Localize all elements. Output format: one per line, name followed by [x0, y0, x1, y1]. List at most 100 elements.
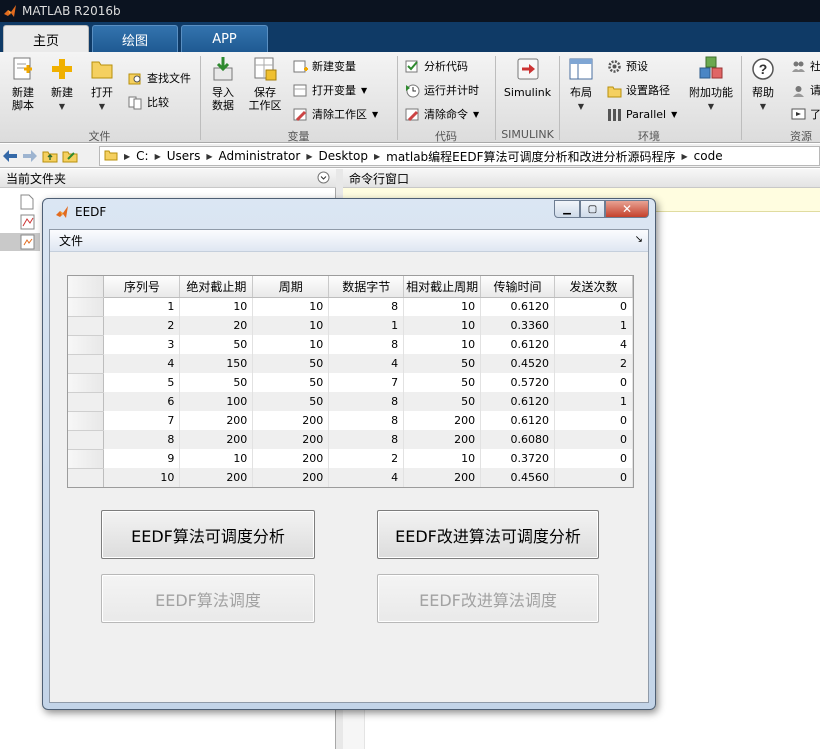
table-cell[interactable]: 200: [403, 430, 482, 449]
table-cell[interactable]: 200: [179, 411, 254, 430]
table-row[interactable]: 3 50 10 8 10 0.6120 4: [68, 335, 633, 355]
table-cell[interactable]: 8: [328, 430, 405, 449]
fig-file-icon[interactable]: [20, 214, 36, 233]
table-cell[interactable]: 200: [403, 411, 482, 430]
table-cell[interactable]: 2: [554, 354, 633, 373]
column-header[interactable]: 相对截止周期: [403, 276, 482, 298]
file-icon[interactable]: [20, 194, 34, 213]
table-cell[interactable]: 0.6120: [480, 392, 556, 411]
row-header[interactable]: [68, 335, 105, 355]
table-cell[interactable]: 200: [179, 468, 254, 487]
table-cell[interactable]: 8: [328, 411, 405, 430]
layout-button[interactable]: 布局 ▼: [566, 56, 596, 113]
table-cell[interactable]: 50: [252, 354, 330, 373]
table-cell[interactable]: 200: [403, 468, 482, 487]
run-and-time-button[interactable]: 运行并计时: [404, 80, 479, 100]
dialog-titlebar[interactable]: EEDF: [55, 205, 106, 219]
table-cell[interactable]: 7: [103, 411, 181, 430]
table-cell[interactable]: 1: [554, 392, 633, 411]
tab-plots[interactable]: 绘图: [92, 25, 178, 52]
task-table[interactable]: 序列号 绝对截止期 周期 数据字节 相对截止周期 传输时间 发送次数 1 10 10…: [67, 275, 634, 488]
table-cell[interactable]: 200: [252, 411, 330, 430]
clear-commands-button[interactable]: 清除命令 ▼: [404, 104, 479, 124]
save-workspace-button[interactable]: 保存 工作区: [247, 56, 283, 112]
row-header[interactable]: [68, 316, 105, 336]
table-cell[interactable]: 0: [554, 373, 633, 392]
table-cell[interactable]: 10: [252, 335, 330, 354]
up-folder-icon[interactable]: [40, 146, 60, 166]
menu-file[interactable]: 文件: [59, 232, 83, 249]
list-item-selected[interactable]: [0, 233, 40, 251]
parallel-button[interactable]: Parallel ▼: [606, 104, 677, 124]
tab-home[interactable]: 主页: [3, 25, 89, 52]
table-cell[interactable]: 0: [554, 468, 633, 487]
preferences-button[interactable]: 预设: [606, 56, 648, 76]
table-cell[interactable]: 10: [179, 449, 254, 468]
new-button[interactable]: 新建 ▼: [47, 56, 77, 113]
table-cell[interactable]: 8: [328, 297, 405, 316]
table-row[interactable]: 10 200 200 4 200 0.4560 0: [68, 468, 633, 487]
find-files-button[interactable]: 查找文件: [127, 68, 191, 88]
row-header[interactable]: [68, 430, 105, 450]
table-cell[interactable]: 0.6080: [480, 430, 556, 449]
table-cell[interactable]: 2: [328, 449, 405, 468]
breadcrumb-item[interactable]: Desktop: [314, 149, 372, 163]
table-cell[interactable]: 10: [403, 316, 482, 335]
table-cell[interactable]: 8: [328, 392, 405, 411]
column-header[interactable]: 绝对截止期: [179, 276, 254, 298]
table-cell[interactable]: 2: [103, 316, 181, 335]
table-cell[interactable]: 1: [328, 316, 405, 335]
table-cell[interactable]: 0: [554, 297, 633, 316]
breadcrumb-item[interactable]: matlab编程EEDF算法可调度分析和改进分析源码程序: [382, 148, 679, 165]
table-cell[interactable]: 0.3720: [480, 449, 556, 468]
import-data-button[interactable]: 导入 数据: [207, 56, 239, 112]
eedf-improved-analysis-button[interactable]: EEDF改进算法可调度分析: [377, 510, 599, 559]
table-cell[interactable]: 0.6120: [480, 335, 556, 354]
breadcrumb-root-icon[interactable]: [100, 149, 122, 164]
table-row[interactable]: 5 50 50 7 50 0.5720 0: [68, 373, 633, 393]
table-row[interactable]: 4 150 50 4 50 0.4520 2: [68, 354, 633, 374]
table-row[interactable]: 9 10 200 2 10 0.3720 0: [68, 449, 633, 469]
table-cell[interactable]: 4: [328, 468, 405, 487]
table-cell[interactable]: 50: [179, 335, 254, 354]
table-cell[interactable]: 0: [554, 449, 633, 468]
table-cell[interactable]: 50: [252, 373, 330, 392]
table-cell[interactable]: 100: [179, 392, 254, 411]
breadcrumb-item[interactable]: Administrator: [215, 149, 305, 163]
column-header[interactable]: 发送次数: [554, 276, 633, 298]
eedf-analysis-button[interactable]: EEDF算法可调度分析: [101, 510, 315, 559]
table-cell[interactable]: 0.4520: [480, 354, 556, 373]
maximize-button[interactable]: ▢: [580, 200, 605, 218]
table-cell[interactable]: 150: [179, 354, 254, 373]
close-button[interactable]: ✕: [605, 200, 649, 218]
clear-workspace-button[interactable]: 清除工作区 ▼: [292, 104, 378, 124]
table-row[interactable]: 7 200 200 8 200 0.6120 0: [68, 411, 633, 431]
table-cell[interactable]: 8: [328, 335, 405, 354]
help-button[interactable]: ? 帮助 ▼: [749, 56, 777, 113]
table-row[interactable]: 6 100 50 8 50 0.6120 1: [68, 392, 633, 412]
table-cell[interactable]: 7: [328, 373, 405, 392]
table-row[interactable]: 2 20 10 1 10 0.3360 1: [68, 316, 633, 336]
table-cell[interactable]: 0.3360: [480, 316, 556, 335]
row-header[interactable]: [68, 392, 105, 412]
table-cell[interactable]: 1: [554, 316, 633, 335]
table-cell[interactable]: 200: [252, 468, 330, 487]
column-header[interactable]: 传输时间: [480, 276, 556, 298]
table-cell[interactable]: 0: [554, 411, 633, 430]
table-cell[interactable]: 50: [179, 373, 254, 392]
table-cell[interactable]: 10: [403, 297, 482, 316]
row-header[interactable]: [68, 354, 105, 374]
breadcrumb-item[interactable]: code: [690, 149, 727, 163]
table-cell[interactable]: 4: [554, 335, 633, 354]
table-cell[interactable]: 10: [103, 468, 181, 487]
table-cell[interactable]: 50: [252, 392, 330, 411]
table-cell[interactable]: 50: [403, 392, 482, 411]
table-cell[interactable]: 20: [179, 316, 254, 335]
table-cell[interactable]: 200: [252, 449, 330, 468]
table-cell[interactable]: 9: [103, 449, 181, 468]
back-arrow-icon[interactable]: [0, 146, 20, 166]
column-header[interactable]: 数据字节: [328, 276, 405, 298]
row-header[interactable]: [68, 411, 105, 431]
table-cell[interactable]: 50: [403, 373, 482, 392]
table-cell[interactable]: 4: [103, 354, 181, 373]
